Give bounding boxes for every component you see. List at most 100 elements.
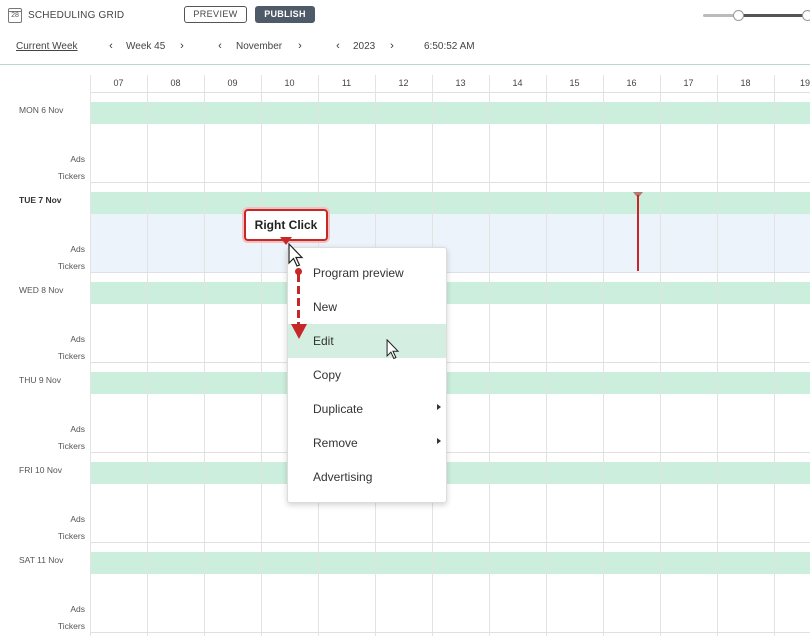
preview-button[interactable]: PREVIEW: [184, 6, 247, 23]
submenu-arrow-icon: [437, 404, 441, 410]
hour-label: 14: [512, 78, 523, 88]
next-week-button[interactable]: ›: [177, 40, 187, 52]
ads-row-label: Ads: [70, 244, 85, 254]
ads-row-label: Ads: [70, 604, 85, 614]
grid-line: [90, 75, 91, 636]
ads-row-label: Ads: [70, 154, 85, 164]
day-slot-area-selected[interactable]: [90, 214, 810, 272]
program-band[interactable]: [90, 372, 810, 394]
menu-item-label: Edit: [313, 334, 334, 348]
menu-item-copy[interactable]: Copy: [288, 358, 446, 392]
grid-line: [489, 75, 490, 636]
app-title: SCHEDULING GRID: [28, 10, 125, 21]
ads-row-label: Ads: [70, 514, 85, 524]
hour-label: 10: [284, 78, 295, 88]
prev-year-button[interactable]: ‹: [333, 40, 343, 52]
menu-item-new[interactable]: New: [288, 290, 446, 324]
tickers-row-label: Tickers: [57, 531, 85, 541]
publish-button[interactable]: PUBLISH: [255, 6, 315, 23]
month-label: November: [236, 41, 283, 52]
day-slot-area[interactable]: [90, 124, 810, 182]
menu-item-label: Copy: [313, 368, 342, 382]
mouse-cursor-icon: [288, 243, 304, 267]
grid-line: [261, 75, 262, 636]
next-month-button[interactable]: ›: [295, 40, 305, 52]
menu-item-duplicate[interactable]: Duplicate: [288, 392, 446, 426]
hour-label: 13: [455, 78, 466, 88]
day-label: WED 8 Nov: [19, 285, 64, 295]
prev-week-button[interactable]: ‹: [106, 40, 116, 52]
day-divider: [90, 452, 810, 453]
hour-label: 19: [799, 78, 810, 88]
grid-line: [603, 75, 604, 636]
grid-line: [546, 75, 547, 636]
tickers-row-label: Tickers: [57, 171, 85, 181]
day-divider: [90, 632, 810, 633]
context-menu: Program preview New Edit Copy Duplicate …: [287, 247, 447, 503]
menu-item-remove[interactable]: Remove: [288, 426, 446, 460]
menu-item-label: New: [313, 300, 338, 314]
slider-thumb-high[interactable]: [802, 10, 810, 21]
menu-item-program-preview[interactable]: Program preview: [288, 256, 446, 290]
top-bar: 28 SCHEDULING GRID PREVIEW PUBLISH: [0, 0, 810, 30]
arrow-down-icon: [291, 324, 307, 339]
program-band[interactable]: [90, 282, 810, 304]
program-band[interactable]: [90, 192, 810, 214]
ads-row-label: Ads: [70, 424, 85, 434]
slider-range: [737, 14, 810, 17]
zoom-slider[interactable]: [703, 10, 810, 21]
day-row-mon[interactable]: MON 6 Nov Ads Tickers: [0, 102, 810, 182]
tickers-row-label: Tickers: [57, 621, 85, 631]
hour-label: 18: [740, 78, 751, 88]
tickers-row-label: Tickers: [57, 441, 85, 451]
grid-line: [204, 75, 205, 636]
mouse-cursor-icon: [386, 339, 400, 360]
day-label: TUE 7 Nov: [19, 195, 62, 205]
grid-line: [147, 75, 148, 636]
hour-label: 16: [626, 78, 637, 88]
day-slot-area[interactable]: [90, 304, 810, 362]
grid-line: [717, 75, 718, 636]
program-band[interactable]: [90, 102, 810, 124]
day-label: SAT 11 Nov: [19, 555, 64, 565]
hour-label: 08: [170, 78, 181, 88]
clock-time: 6:50:52 AM: [424, 41, 475, 52]
day-divider: [90, 362, 810, 363]
current-time-line: [637, 195, 639, 271]
program-band[interactable]: [90, 462, 810, 484]
dashed-arrow-line: [297, 274, 300, 324]
tickers-row-label: Tickers: [57, 261, 85, 271]
program-band[interactable]: [90, 552, 810, 574]
day-row-sat[interactable]: SAT 11 Nov Ads Tickers: [0, 552, 810, 632]
grid-line: [660, 75, 661, 636]
day-divider: [90, 182, 810, 183]
prev-month-button[interactable]: ‹: [215, 40, 225, 52]
menu-item-label: Advertising: [313, 470, 373, 484]
next-year-button[interactable]: ›: [387, 40, 397, 52]
slider-thumb-low[interactable]: [733, 10, 744, 21]
menu-item-edit[interactable]: Edit: [288, 324, 446, 358]
day-divider: [90, 272, 810, 273]
menu-item-label: Remove: [313, 436, 358, 450]
day-slot-area[interactable]: [90, 574, 810, 632]
hour-label: 11: [341, 78, 352, 88]
grid-line: [774, 75, 775, 636]
current-week-link[interactable]: Current Week: [16, 41, 78, 52]
day-label: FRI 10 Nov: [19, 465, 62, 475]
menu-item-label: Program preview: [313, 266, 404, 280]
hour-label: 15: [569, 78, 580, 88]
calendar-icon: 28: [8, 8, 22, 23]
year-label: 2023: [353, 41, 376, 52]
tickers-row-label: Tickers: [57, 351, 85, 361]
hour-label: 09: [227, 78, 238, 88]
week-label: Week 45: [126, 41, 166, 52]
day-label: THU 9 Nov: [19, 375, 62, 385]
header-divider: [90, 92, 810, 93]
day-slot-area[interactable]: [90, 394, 810, 452]
hour-label: 17: [683, 78, 694, 88]
hour-label: 12: [398, 78, 409, 88]
day-slot-area[interactable]: [90, 484, 810, 542]
ads-row-label: Ads: [70, 334, 85, 344]
submenu-arrow-icon: [437, 438, 441, 444]
menu-item-advertising[interactable]: Advertising: [288, 460, 446, 494]
